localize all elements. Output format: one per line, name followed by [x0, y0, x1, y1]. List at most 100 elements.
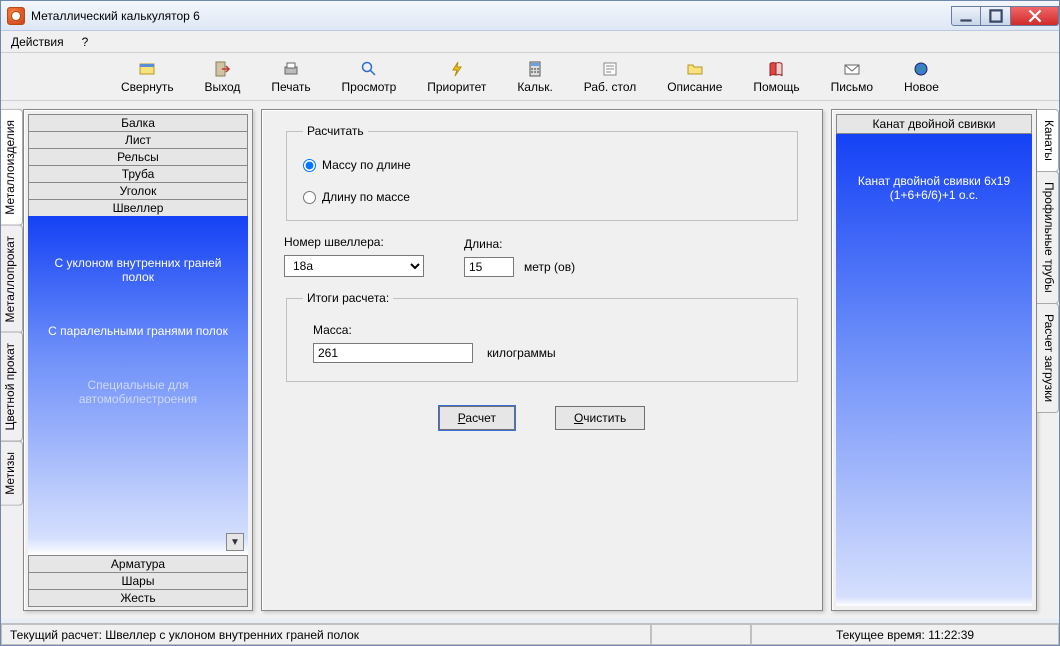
scroll-down-button[interactable]: ▼ — [226, 533, 244, 551]
menubar: Действия ? — [1, 31, 1059, 53]
titlebar: Металлический калькулятор 6 — [1, 1, 1059, 31]
toolbar-label: Печать — [271, 80, 310, 94]
radio-length-by-mass[interactable] — [303, 191, 316, 204]
toolbar-help[interactable]: Помощь — [753, 60, 799, 94]
tab-kanaty[interactable]: Канаты — [1037, 109, 1059, 172]
menu-help[interactable]: ? — [78, 33, 93, 51]
length-col: Длина: метр (ов) — [464, 237, 575, 277]
tab-metalloizdeliya[interactable]: Металлоизделия — [1, 109, 23, 226]
tab-raschet-zagruzki[interactable]: Расчет загрузки — [1037, 303, 1059, 413]
shveller-sublist: С уклоном внутренних граней полок С пара… — [28, 216, 248, 555]
item-balka[interactable]: Балка — [28, 114, 248, 132]
minimize-button[interactable] — [951, 6, 981, 26]
shveller-col: Номер швеллера: 18а — [284, 235, 424, 277]
right-panel: Канат двойной свивки Канат двойной свивк… — [831, 109, 1037, 611]
calc-button[interactable]: Расчет — [439, 406, 515, 430]
radio-len-label: Длину по массе — [322, 190, 410, 204]
right-blue-area: Канат двойной свивки 6x19 (1+6+6/6)+1 о.… — [836, 134, 1032, 606]
lightning-icon — [448, 60, 466, 78]
note-icon — [601, 60, 619, 78]
radio-row-len: Длину по массе — [303, 190, 781, 204]
app-window: Металлический калькулятор 6 Действия ? С… — [0, 0, 1060, 646]
clear-button[interactable]: Очистить — [555, 406, 645, 430]
results-legend: Итоги расчета: — [303, 291, 393, 305]
content: Металлоизделия Металлопрокат Цветной про… — [1, 101, 1059, 619]
shveller-label: Номер швеллера: — [284, 235, 424, 249]
statusbar: Текущий расчет: Швеллер с уклоном внутре… — [1, 623, 1059, 645]
window-title: Металлический калькулятор 6 — [31, 9, 200, 23]
minimize-icon — [957, 7, 975, 25]
magnify-icon — [360, 60, 378, 78]
radio-row-mass: Массу по длине — [303, 158, 781, 172]
toolbar-label: Приоритет — [427, 80, 486, 94]
toolbar-preview[interactable]: Просмотр — [342, 60, 397, 94]
right-line1[interactable]: Канат двойной свивки 6x19 — [858, 174, 1010, 188]
results-fieldset: Итоги расчета: Масса: килограммы — [286, 291, 798, 382]
radio-mass-label: Массу по длине — [322, 158, 411, 172]
length-label: Длина: — [464, 237, 575, 251]
tab-metalloprokat[interactable]: Металлопрокат — [1, 225, 23, 334]
right-tabs: Канаты Профильные трубы Расчет загрузки — [1037, 101, 1059, 619]
window-icon — [138, 60, 156, 78]
close-icon — [1026, 7, 1044, 25]
item-list[interactable]: Лист — [28, 131, 248, 149]
calc-fieldset: Расчитать Массу по длине Длину по массе — [286, 124, 798, 221]
toolbar-print[interactable]: Печать — [271, 60, 310, 94]
left-panel: Балка Лист Рельсы Труба Уголок Швеллер С… — [23, 109, 253, 611]
maximize-button[interactable] — [981, 6, 1011, 26]
tab-metizy[interactable]: Метизы — [1, 441, 23, 506]
item-truba[interactable]: Труба — [28, 165, 248, 183]
print-icon — [282, 60, 300, 78]
sublist-auto[interactable]: Специальные для автомобилестроения — [38, 378, 238, 406]
toolbar: Свернуть Выход Печать Просмотр Приоритет… — [1, 53, 1059, 101]
item-relsy[interactable]: Рельсы — [28, 148, 248, 166]
mass-label: Масса: — [313, 323, 771, 337]
item-zhest[interactable]: Жесть — [28, 589, 248, 607]
toolbar-label: Кальк. — [517, 80, 553, 94]
toolbar-label: Новое — [904, 80, 939, 94]
toolbar-desktop[interactable]: Раб. стол — [584, 60, 637, 94]
status-mid — [651, 624, 751, 645]
shveller-select[interactable]: 18а — [284, 255, 424, 277]
status-right: Текущее время: 11:22:39 — [751, 624, 1059, 645]
toolbar-description[interactable]: Описание — [667, 60, 722, 94]
mail-icon — [843, 60, 861, 78]
sublist-uklon[interactable]: С уклоном внутренних граней полок — [38, 256, 238, 284]
mass-output[interactable] — [313, 343, 473, 363]
chevron-down-icon: ▼ — [230, 537, 240, 548]
exit-icon — [213, 60, 231, 78]
close-button[interactable] — [1011, 6, 1059, 26]
item-ugolok[interactable]: Уголок — [28, 182, 248, 200]
radio-mass-by-length[interactable] — [303, 159, 316, 172]
right-line2[interactable]: (1+6+6/6)+1 о.с. — [890, 188, 978, 202]
maximize-icon — [987, 7, 1005, 25]
app-icon — [7, 7, 25, 25]
toolbar-label: Помощь — [753, 80, 799, 94]
length-unit: метр (ов) — [524, 260, 575, 274]
toolbar-exit[interactable]: Выход — [205, 60, 241, 94]
item-shary[interactable]: Шары — [28, 572, 248, 590]
toolbar-calc[interactable]: Кальк. — [517, 60, 553, 94]
mass-unit: килограммы — [487, 346, 556, 360]
center-panel: Расчитать Массу по длине Длину по массе … — [261, 109, 823, 611]
sublist-parallel[interactable]: С паралельными гранями полок — [48, 324, 228, 338]
right-header[interactable]: Канат двойной свивки — [836, 114, 1032, 134]
toolbar-collapse[interactable]: Свернуть — [121, 60, 174, 94]
toolbar-label: Выход — [205, 80, 241, 94]
toolbar-label: Просмотр — [342, 80, 397, 94]
menu-actions[interactable]: Действия — [7, 33, 68, 51]
calc-legend: Расчитать — [303, 124, 368, 138]
book-icon — [767, 60, 785, 78]
left-tabs: Металлоизделия Металлопрокат Цветной про… — [1, 101, 23, 619]
toolbar-new[interactable]: Новое — [904, 60, 939, 94]
length-input-row: метр (ов) — [464, 257, 575, 277]
calculator-icon — [526, 60, 544, 78]
item-shveller[interactable]: Швеллер — [28, 199, 248, 217]
length-input[interactable] — [464, 257, 514, 277]
toolbar-letter[interactable]: Письмо — [831, 60, 874, 94]
item-armatura[interactable]: Арматура — [28, 555, 248, 573]
toolbar-priority[interactable]: Приоритет — [427, 60, 486, 94]
toolbar-label: Раб. стол — [584, 80, 637, 94]
tab-profilnye-truby[interactable]: Профильные трубы — [1037, 171, 1059, 304]
tab-cvetnoy-prokat[interactable]: Цветной прокат — [1, 332, 23, 442]
